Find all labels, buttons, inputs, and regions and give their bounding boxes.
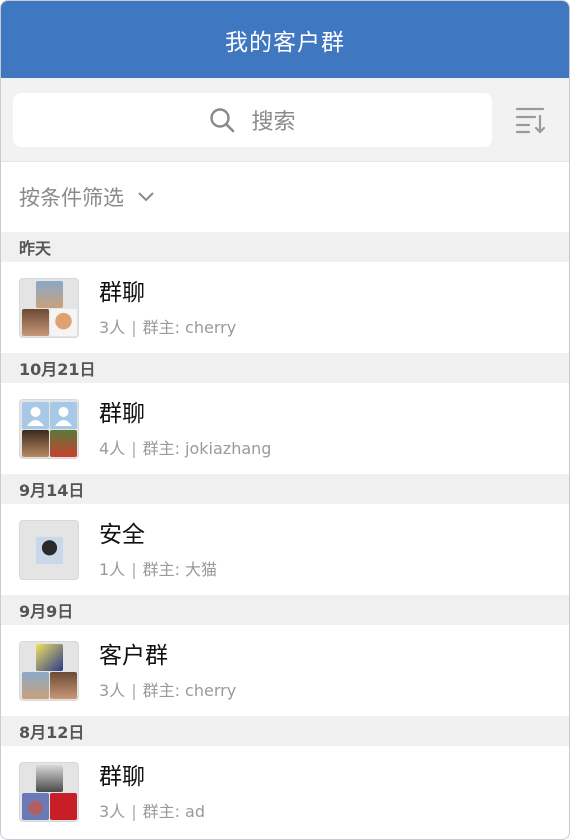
date-section-header: 10月21日 <box>1 353 569 383</box>
member-count: 3人 <box>99 680 126 700</box>
member-photo <box>36 643 63 671</box>
section-date: 9月14日 <box>19 481 85 500</box>
group-name: 群聊 <box>99 279 145 306</box>
date-section-header: 9月9日 <box>1 595 569 625</box>
section-date: 10月21日 <box>19 360 96 379</box>
group-avatar <box>19 761 79 822</box>
member-photo <box>22 429 49 457</box>
date-section-header: 9月14日 <box>1 474 569 504</box>
member-photo <box>50 308 77 336</box>
group-meta: 3人 | 群主: ad <box>99 798 205 822</box>
sort-button[interactable] <box>514 103 548 137</box>
section-date: 昨天 <box>19 239 52 258</box>
title-bar: 我的客户群 <box>1 1 569 78</box>
group-list-item[interactable]: 客户群 3人 | 群主: cherry <box>1 625 569 716</box>
filter-dropdown[interactable]: 按条件筛选 <box>1 162 569 232</box>
section-date: 8月12日 <box>19 723 85 742</box>
group-avatar <box>19 640 79 701</box>
member-photo <box>36 536 63 564</box>
group-info: 安全 1人 | 群主: 大猫 <box>99 520 217 580</box>
member-photo <box>22 792 49 820</box>
page-title: 我的客户群 <box>225 29 345 56</box>
member-photo <box>50 429 77 457</box>
search-input[interactable]: 搜索 <box>13 92 492 147</box>
member-photo <box>50 792 77 820</box>
search-placeholder: 搜索 <box>251 109 296 135</box>
separator: | <box>131 680 137 700</box>
group-info: 群聊 4人 | 群主: jokiazhang <box>99 399 271 459</box>
member-photo <box>36 280 63 308</box>
search-icon <box>210 107 235 132</box>
group-list-item[interactable]: 群聊 4人 | 群主: jokiazhang <box>1 383 569 474</box>
group-avatar <box>19 277 79 338</box>
group-avatar <box>19 398 79 459</box>
member-photo <box>22 308 49 336</box>
section-date: 9月9日 <box>19 602 74 621</box>
group-owner: 群主: ad <box>142 801 206 821</box>
separator: | <box>131 438 137 458</box>
group-list-item[interactable]: 群聊 3人 | 群主: cherry <box>1 262 569 353</box>
search-bar: 搜索 <box>1 78 569 162</box>
member-photo <box>50 671 77 699</box>
date-section-header: 8月12日 <box>1 716 569 746</box>
member-photo <box>22 671 49 699</box>
member-count: 3人 <box>99 317 126 337</box>
group-list-item[interactable]: 群聊 3人 | 群主: ad <box>1 746 569 837</box>
group-name: 群聊 <box>99 763 145 790</box>
member-photo <box>36 764 63 792</box>
member-count: 3人 <box>99 801 126 821</box>
separator: | <box>131 801 137 821</box>
group-meta: 3人 | 群主: cherry <box>99 677 236 701</box>
group-name: 群聊 <box>99 400 145 427</box>
separator: | <box>131 317 137 337</box>
member-count: 1人 <box>99 559 126 579</box>
group-owner: 群主: jokiazhang <box>142 438 272 458</box>
default-avatar-icon <box>50 401 77 429</box>
chevron-down-icon <box>138 192 154 202</box>
group-name: 安全 <box>99 521 145 548</box>
date-section-header: 昨天 <box>1 232 569 262</box>
group-meta: 3人 | 群主: cherry <box>99 314 236 338</box>
separator: | <box>131 559 137 579</box>
group-name: 客户群 <box>99 642 168 669</box>
group-info: 客户群 3人 | 群主: cherry <box>99 641 236 701</box>
group-owner: 群主: cherry <box>142 680 237 700</box>
sort-icon <box>515 107 546 134</box>
group-meta: 1人 | 群主: 大猫 <box>99 556 217 580</box>
default-avatar-icon <box>22 401 49 429</box>
group-owner: 群主: 大猫 <box>142 559 218 579</box>
filter-label: 按条件筛选 <box>19 186 124 210</box>
group-info: 群聊 3人 | 群主: ad <box>99 762 205 822</box>
group-info: 群聊 3人 | 群主: cherry <box>99 278 236 338</box>
group-avatar <box>19 519 79 580</box>
app-window: 我的客户群 搜索 按条件筛选 昨天 群聊 3人 | 群主: cherry 10月… <box>0 0 570 840</box>
group-owner: 群主: cherry <box>142 317 237 337</box>
group-meta: 4人 | 群主: jokiazhang <box>99 435 271 459</box>
member-count: 4人 <box>99 438 126 458</box>
group-list-item[interactable]: 安全 1人 | 群主: 大猫 <box>1 504 569 595</box>
